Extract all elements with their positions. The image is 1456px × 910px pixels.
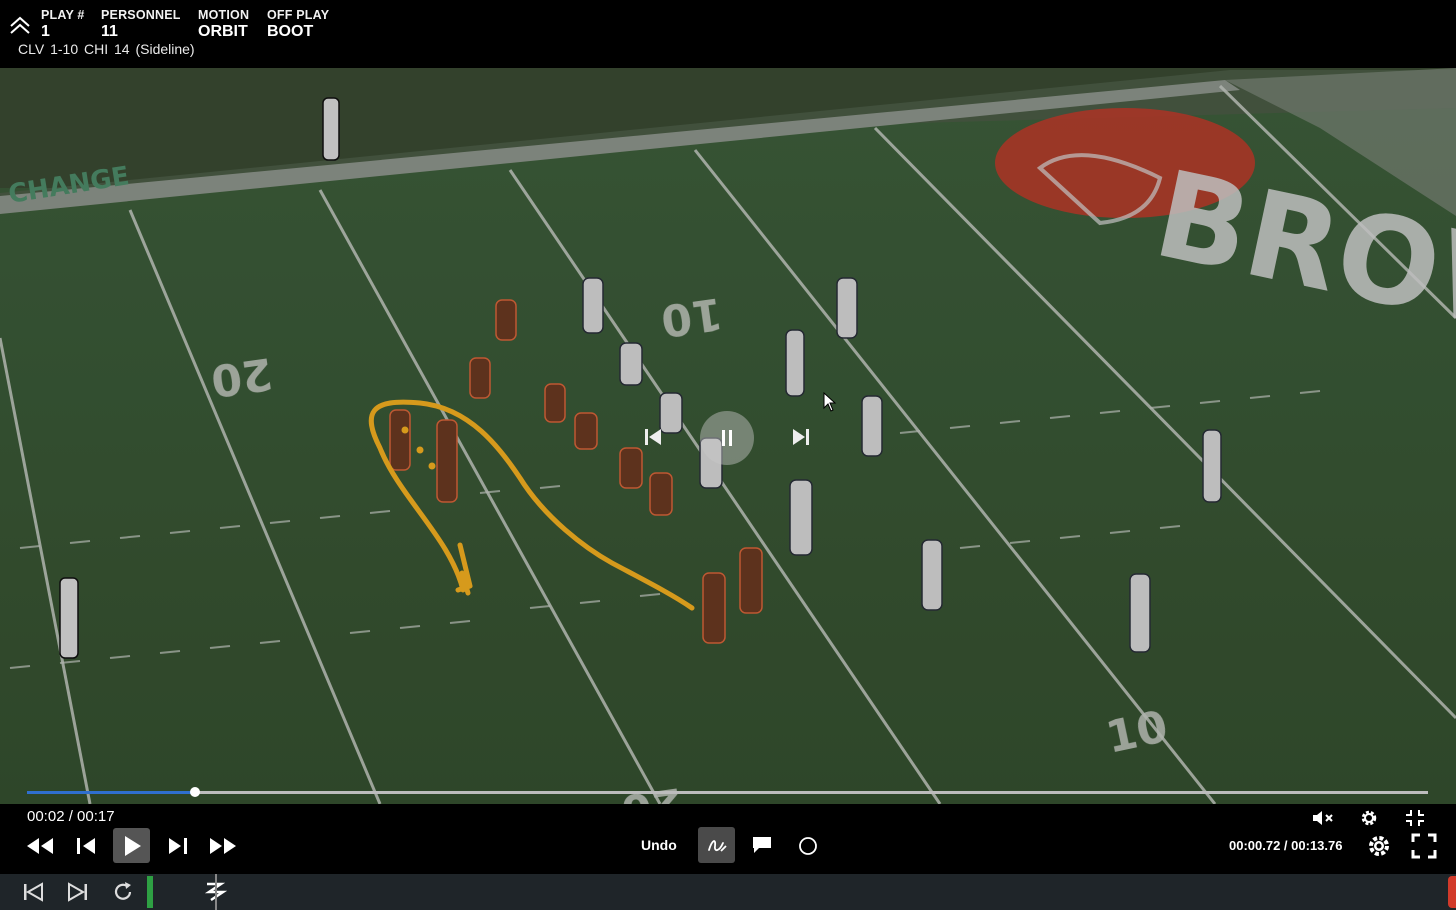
off-play-label: OFF PLAY: [267, 8, 330, 22]
motion-label: MOTION: [198, 8, 250, 22]
mute-button[interactable]: [1309, 806, 1337, 830]
circle-icon: [799, 837, 817, 855]
comment-tool-button[interactable]: [748, 833, 776, 857]
off-play-column: OFF PLAY BOOT: [267, 8, 329, 41]
video-settings-button[interactable]: [1355, 806, 1383, 830]
play-number-value: 1: [41, 23, 50, 40]
motion-value: ORBIT: [198, 23, 248, 40]
collapse-header-icon[interactable]: [8, 14, 32, 38]
bottom-toolbar: [0, 874, 1456, 910]
player-settings-button[interactable]: [1364, 831, 1394, 861]
step-forward-icon: [169, 838, 187, 854]
playback-time: 00:02 / 00:17: [27, 808, 115, 825]
rewind-button[interactable]: [24, 832, 56, 860]
fast-forward-button[interactable]: [206, 832, 240, 860]
play-icon: [124, 835, 141, 856]
skip-next-icon: [68, 882, 87, 902]
rewind-icon: [27, 838, 53, 854]
clip-time: 00:00.72 / 00:13.76: [1229, 838, 1343, 853]
exit-fullscreen-icon: [1406, 810, 1424, 826]
replay-button[interactable]: [110, 880, 136, 904]
cut-end-marker[interactable]: [1448, 876, 1456, 908]
skip-previous-icon: [24, 882, 43, 902]
comment-icon: [753, 837, 771, 853]
play-button[interactable]: [113, 828, 150, 863]
previous-play-button[interactable]: [20, 880, 46, 904]
off-play-value: BOOT: [267, 23, 314, 40]
fast-forward-icon: [210, 838, 236, 854]
personnel-label: PERSONNEL: [101, 8, 181, 22]
replay-icon: [114, 882, 132, 900]
step-forward-button[interactable]: [164, 832, 192, 860]
undo-button[interactable]: Undo: [641, 837, 677, 853]
exit-fullscreen-button[interactable]: [1401, 806, 1429, 830]
muted-speaker-icon: [1313, 811, 1333, 825]
motion-column: MOTION ORBIT: [198, 8, 249, 41]
play-info-header: PLAY # 1 PERSONNEL 11 MOTION ORBIT OFF P…: [0, 0, 1456, 68]
game-situation: CLV 1-10 CHI 14 (Sideline): [18, 41, 195, 57]
center-pause-button[interactable]: [700, 411, 754, 465]
timeline-playhead: [215, 874, 217, 910]
play-number-label: PLAY #: [41, 8, 85, 22]
personnel-column: PERSONNEL 11: [101, 8, 181, 41]
gear-icon: [1369, 836, 1389, 856]
mouse-cursor-icon: [823, 391, 837, 417]
freehand-draw-icon: [707, 840, 727, 852]
step-back-icon: [77, 838, 95, 854]
pause-icon: [722, 430, 732, 446]
video-frame[interactable]: CHANGE 20 10 10 BROWNS: [0, 68, 1456, 804]
progress-bar[interactable]: [27, 787, 1428, 797]
center-previous-icon[interactable]: [640, 424, 666, 450]
next-play-button[interactable]: [65, 880, 91, 904]
center-next-icon[interactable]: [788, 424, 814, 450]
personnel-value: 11: [101, 23, 118, 40]
fullscreen-icon: [1411, 833, 1437, 859]
gear-icon: [1361, 810, 1377, 826]
draw-tool-button[interactable]: [698, 827, 735, 863]
fullscreen-button[interactable]: [1409, 831, 1439, 861]
play-number-column: PLAY # 1: [41, 8, 85, 41]
cut-start-marker[interactable]: [147, 876, 153, 908]
step-back-button[interactable]: [72, 832, 100, 860]
circle-tool-button[interactable]: [794, 833, 822, 859]
progress-fill: [27, 791, 196, 794]
